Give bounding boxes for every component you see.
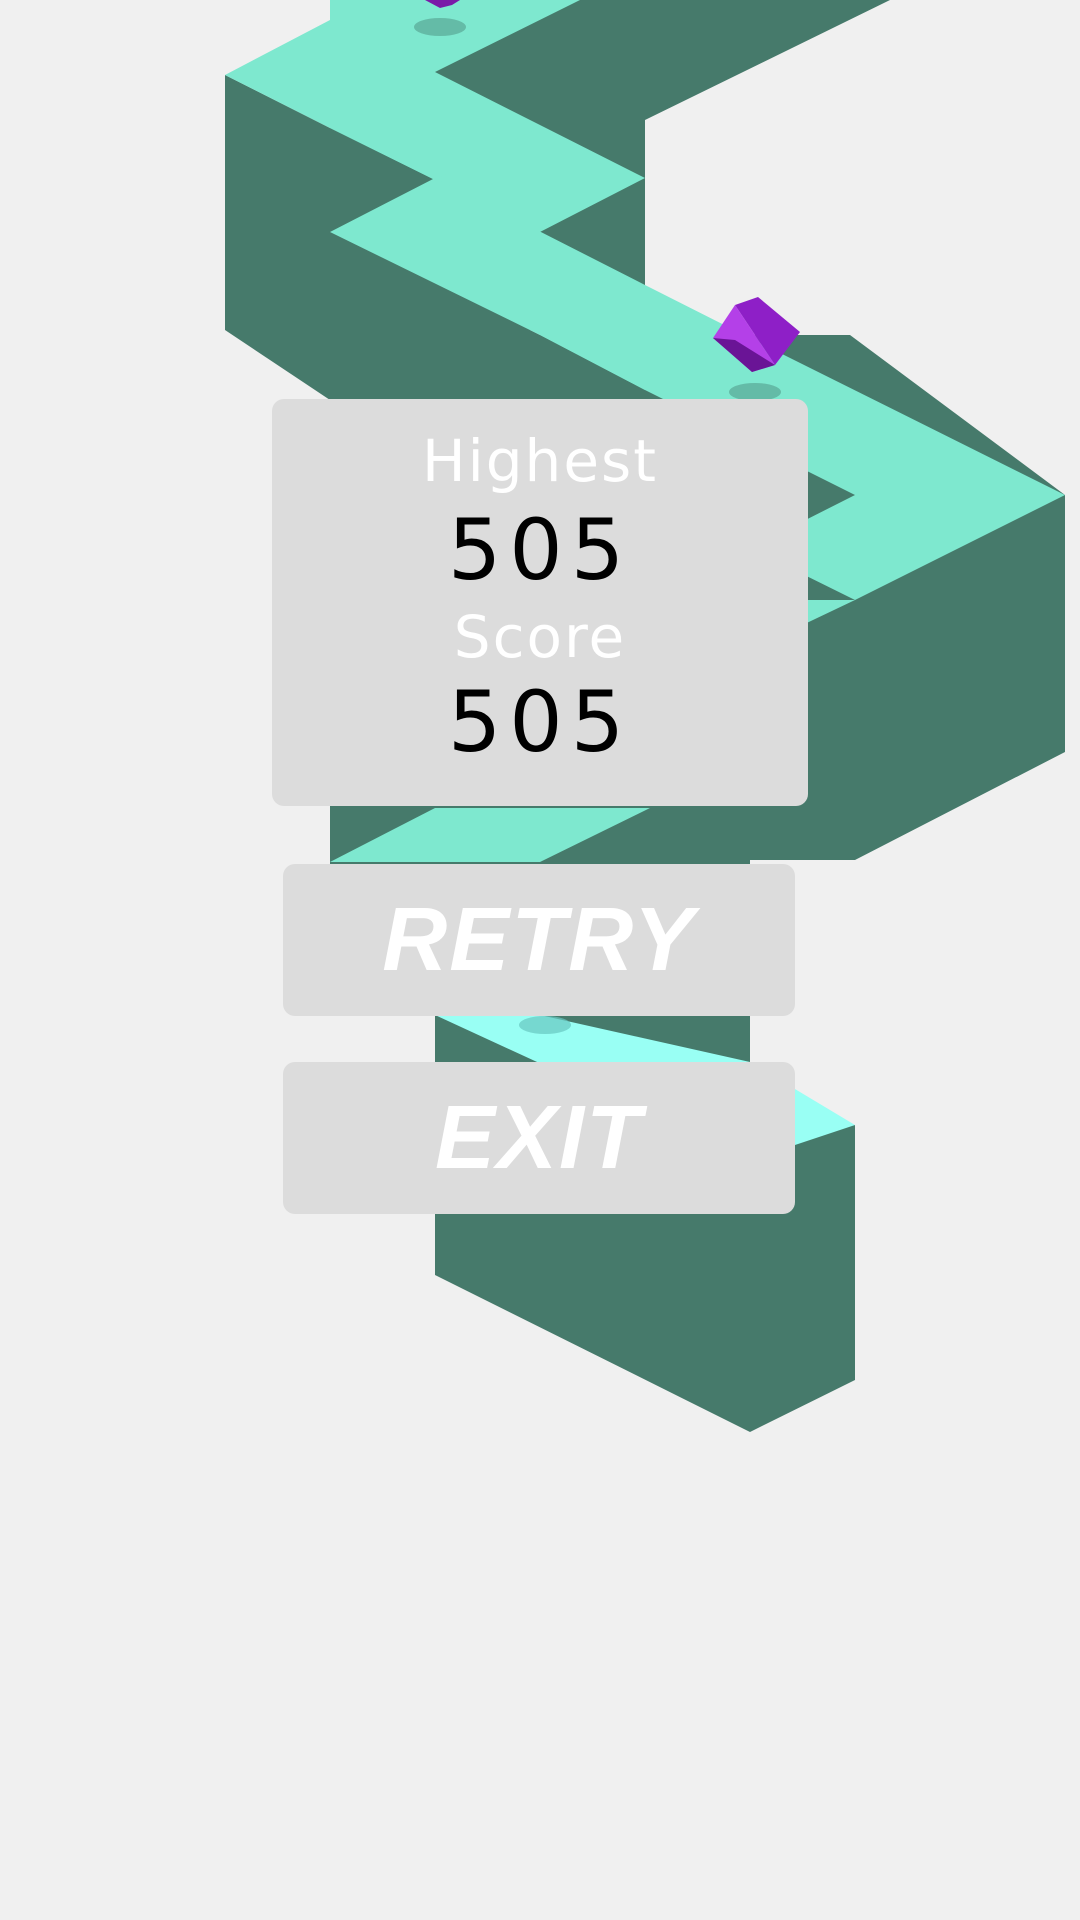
score-panel: Highest 505 Score 505 [272, 399, 808, 806]
track-wall [225, 75, 330, 400]
highest-label: Highest [422, 427, 658, 495]
exit-button-label: EXIT [434, 1087, 644, 1188]
highest-value: 505 [447, 501, 633, 599]
ball-shadow [519, 1016, 571, 1034]
retry-button-label: RETRY [382, 889, 696, 990]
game-screen: Highest 505 Score 505 RETRY EXIT [0, 0, 1080, 1920]
exit-button[interactable]: EXIT [283, 1062, 795, 1214]
score-value: 505 [447, 673, 633, 771]
ball-shadow [414, 18, 466, 36]
score-label: Score [453, 603, 627, 671]
retry-button[interactable]: RETRY [283, 864, 795, 1016]
